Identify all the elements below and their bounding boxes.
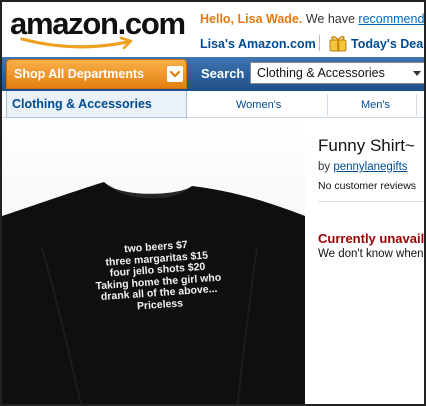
- availability-note: We don't know when: [318, 248, 424, 260]
- shop-all-departments-button[interactable]: Shop All Departments: [6, 59, 187, 89]
- subnav-item-clothing[interactable]: Clothing & Accessories: [6, 91, 187, 118]
- product-byline: by pennylanegifts: [318, 161, 408, 173]
- amazon-logo[interactable]: amazon.com: [10, 6, 186, 54]
- product-title: Funny Shirt~: [318, 136, 415, 155]
- search-label: Search: [201, 66, 245, 81]
- amazon-product-page: amazon.com Hello, Lisa Wade. We have rec…: [2, 2, 424, 404]
- shop-all-label: Shop All Departments: [14, 67, 145, 81]
- smile-arrow-icon: [20, 36, 133, 50]
- info-divider: [318, 201, 424, 202]
- greeting-bar: Hello, Lisa Wade. We have recommendation…: [200, 12, 424, 26]
- byline-prefix: by: [318, 161, 334, 173]
- greeting-hello: Hello, Lisa Wade.: [200, 12, 303, 26]
- your-amazon-link[interactable]: Lisa's Amazon.com: [200, 37, 316, 51]
- shirt-slogan: two beers $7 three margaritas $15 four j…: [66, 236, 250, 317]
- todays-deals-link[interactable]: Today's Deals: [351, 37, 424, 51]
- subnav-item-womens[interactable]: Women's: [236, 99, 281, 111]
- subnav-item-label: Clothing & Accessories: [12, 97, 152, 111]
- customer-reviews: No customer reviews: [318, 180, 417, 192]
- search-category-select[interactable]: Clothing & Accessories: [250, 62, 424, 84]
- gift-icon: [329, 36, 347, 52]
- header-divider: [319, 35, 320, 51]
- chevron-down-icon: [167, 66, 183, 82]
- greeting-text: We have: [302, 12, 359, 26]
- availability-status: Currently unavailable: [318, 231, 424, 246]
- recommendations-link[interactable]: recommendations: [358, 12, 424, 26]
- subnav-divider: [416, 94, 417, 116]
- dropdown-arrow-icon: [413, 71, 421, 76]
- subnav-item-mens[interactable]: Men's: [361, 99, 390, 111]
- search-category-value: Clothing & Accessories: [257, 66, 385, 80]
- seller-link[interactable]: pennylanegifts: [333, 161, 407, 173]
- subnav-divider: [327, 94, 328, 116]
